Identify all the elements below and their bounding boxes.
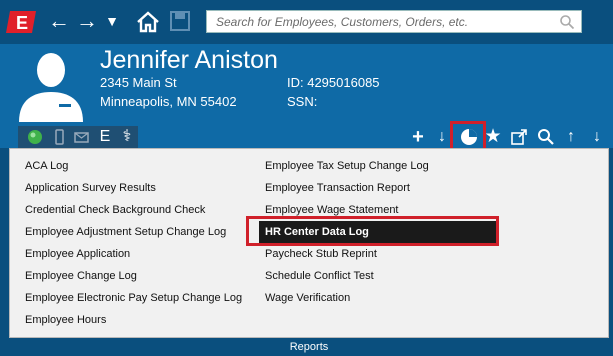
employee-id: ID: 4295016085 xyxy=(287,75,380,90)
global-search[interactable] xyxy=(206,10,582,33)
history-dropdown-icon[interactable]: ▼ xyxy=(101,10,123,32)
external-link-icon[interactable] xyxy=(510,128,528,146)
search-icon[interactable] xyxy=(537,128,555,146)
reports-left-column: ACA Log Application Survey Results Crede… xyxy=(19,155,242,331)
e-verify-icon[interactable]: E xyxy=(96,128,114,146)
menu-item-employee-tax-setup-change-log[interactable]: Employee Tax Setup Change Log xyxy=(259,155,499,177)
menu-item-wage-verification[interactable]: Wage Verification xyxy=(259,287,499,309)
home-icon[interactable] xyxy=(136,10,160,34)
search-icon[interactable] xyxy=(559,14,575,30)
menu-item-application-survey-results[interactable]: Application Survey Results xyxy=(19,177,242,199)
app-logo-icon[interactable]: E xyxy=(6,9,38,35)
employee-address-line1: 2345 Main St xyxy=(100,75,177,90)
menu-item-employee-hours[interactable]: Employee Hours xyxy=(19,309,242,331)
svg-text:E: E xyxy=(16,13,28,33)
selected-item-highlight xyxy=(246,216,499,246)
save-disk-icon[interactable] xyxy=(169,10,191,32)
employee-name: Jennifer Aniston xyxy=(100,46,278,74)
forward-arrow-icon[interactable]: → xyxy=(76,10,98,32)
menu-item-employee-application[interactable]: Employee Application xyxy=(19,243,242,265)
menu-item-credential-check[interactable]: Credential Check Background Check xyxy=(19,199,242,221)
up-arrow-icon[interactable]: ↑ xyxy=(562,128,580,146)
down-arrow-icon[interactable]: ↓ xyxy=(588,128,606,146)
favorite-star-icon[interactable]: ★ xyxy=(484,127,502,146)
menu-item-aca-log[interactable]: ACA Log xyxy=(19,155,242,177)
menu-item-employee-adjustment-setup-change-log[interactable]: Employee Adjustment Setup Change Log xyxy=(19,221,242,243)
menu-item-employee-transaction-report[interactable]: Employee Transaction Report xyxy=(259,177,499,199)
status-green-icon[interactable] xyxy=(26,128,44,146)
employee-address-line2: Minneapolis, MN 55402 xyxy=(100,94,237,109)
menu-item-employee-electronic-pay-setup-change-log[interactable]: Employee Electronic Pay Setup Change Log xyxy=(19,287,242,309)
top-toolbar: E ← → ▼ xyxy=(0,0,613,44)
employee-ssn: SSN: xyxy=(287,94,318,109)
search-input[interactable] xyxy=(207,11,547,32)
employee-header: Jennifer Aniston 2345 Main St Minneapoli… xyxy=(0,44,613,126)
email-icon[interactable] xyxy=(72,128,90,146)
reports-menu-footer: Reports xyxy=(9,338,609,356)
mobile-phone-icon[interactable] xyxy=(50,128,68,146)
menu-item-paycheck-stub-reprint[interactable]: Paycheck Stub Reprint xyxy=(259,243,499,265)
employee-avatar-icon xyxy=(19,53,83,122)
menu-item-employee-change-log[interactable]: Employee Change Log xyxy=(19,265,242,287)
menu-item-schedule-conflict-test[interactable]: Schedule Conflict Test xyxy=(259,265,499,287)
add-icon[interactable]: + xyxy=(409,127,427,147)
download-arrow-icon[interactable]: ↓ xyxy=(433,128,451,146)
record-toolbar: E ⚕ + ↓ ★ ↑ ↓ xyxy=(0,126,613,148)
medical-caduceus-icon[interactable]: ⚕ xyxy=(118,128,136,146)
status-icon-group: E ⚕ xyxy=(18,126,138,148)
back-arrow-icon[interactable]: ← xyxy=(48,10,70,32)
